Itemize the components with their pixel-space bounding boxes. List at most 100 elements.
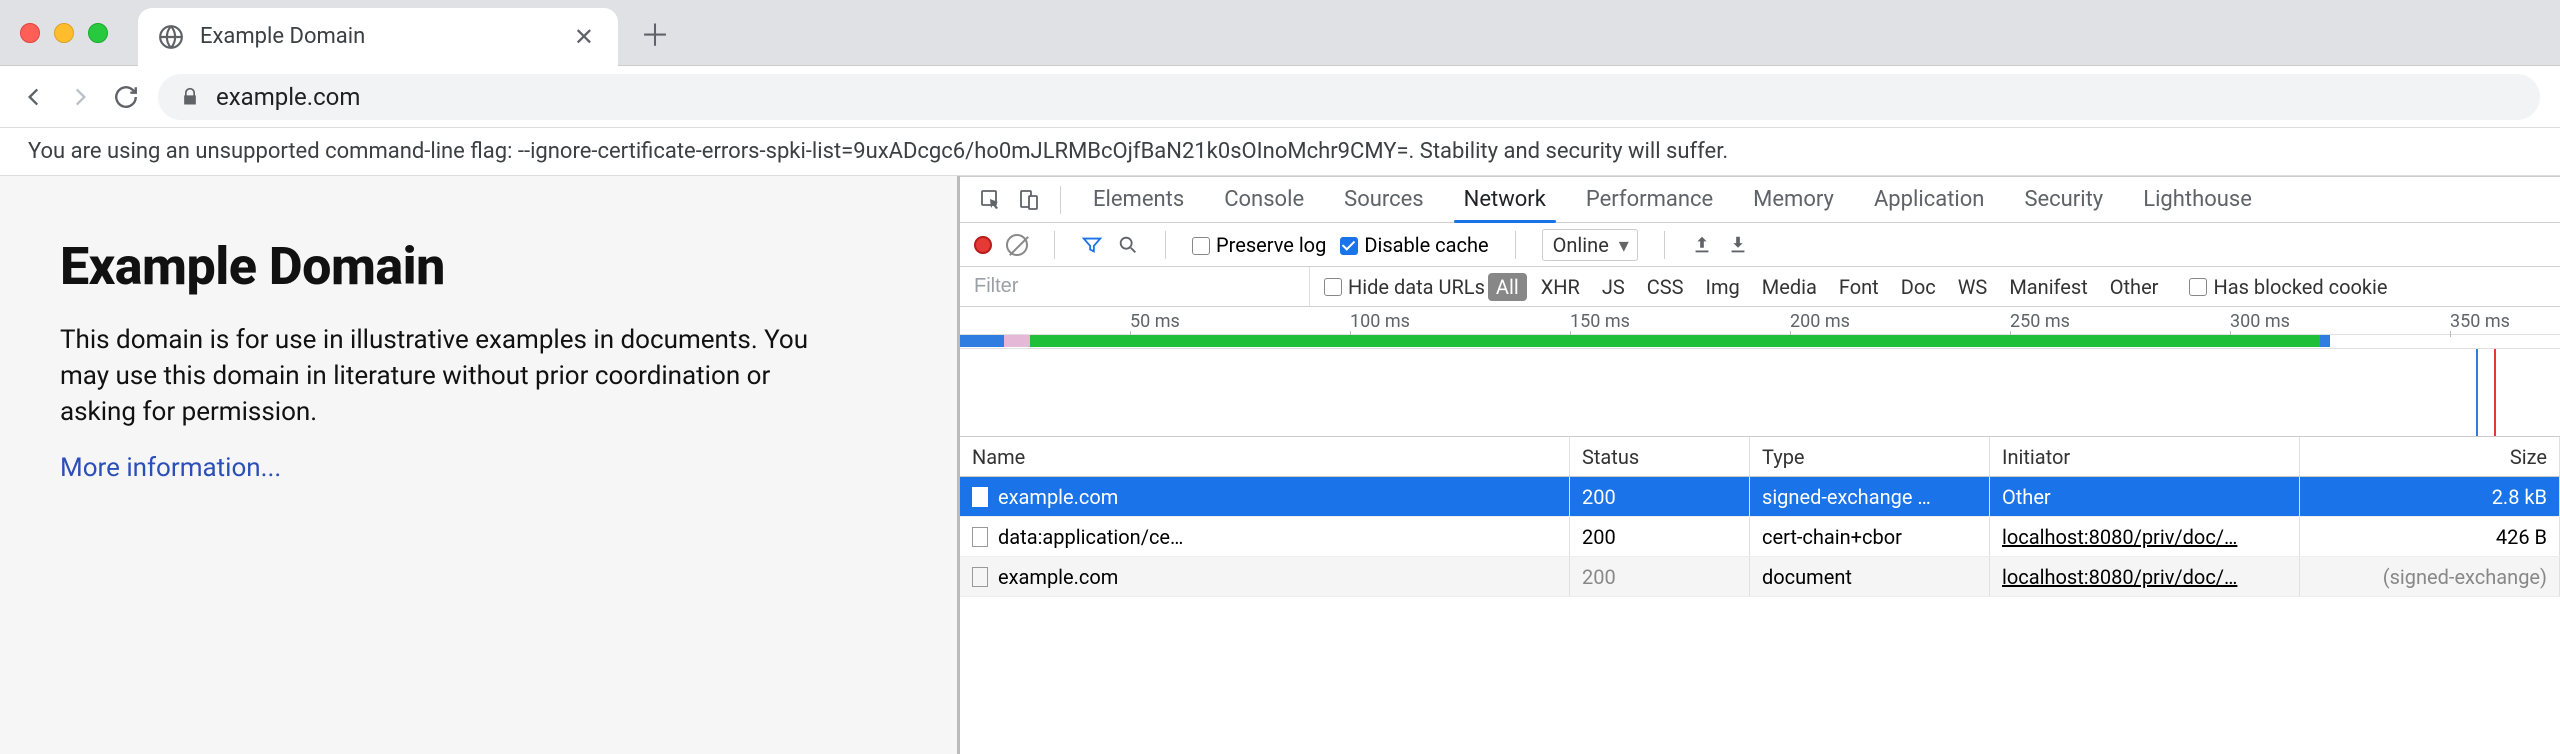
cell-status: 200 <box>1570 477 1750 516</box>
tick: 350 ms <box>2450 311 2510 332</box>
browser-tab[interactable]: Example Domain ✕ <box>138 8 618 66</box>
preserve-log-checkbox[interactable]: Preserve log <box>1192 233 1326 257</box>
col-size[interactable]: Size <box>2300 437 2560 476</box>
throttling-select[interactable]: Online <box>1542 229 1638 261</box>
filter-input[interactable] <box>960 267 1310 306</box>
hide-data-urls-checkbox[interactable]: Hide data URLs <box>1324 275 1485 299</box>
browser-toolbar: example.com <box>0 66 2560 128</box>
col-initiator[interactable]: Initiator <box>1990 437 2300 476</box>
timeline-ruler[interactable]: 50 ms 100 ms 150 ms 200 ms 250 ms 300 ms… <box>960 307 2560 335</box>
cell-size: 426 B <box>2300 517 2560 556</box>
cell-initiator: Other <box>2002 485 2051 509</box>
new-tab-button[interactable]: ＋ <box>640 11 670 55</box>
address-bar[interactable]: example.com <box>158 74 2540 120</box>
tab-title: Example Domain <box>200 24 554 49</box>
tab-performance[interactable]: Performance <box>1566 177 1733 222</box>
tab-console[interactable]: Console <box>1204 177 1324 222</box>
minimize-window-button[interactable] <box>54 23 74 43</box>
tab-close-icon[interactable]: ✕ <box>570 19 598 55</box>
more-info-link[interactable]: More information... <box>60 453 281 483</box>
cell-size: 2.8 kB <box>2300 477 2560 516</box>
timeline-overview[interactable] <box>960 335 2560 349</box>
tab-memory[interactable]: Memory <box>1733 177 1854 222</box>
tab-sources[interactable]: Sources <box>1324 177 1444 222</box>
cell-initiator[interactable]: localhost:8080/priv/doc/… <box>2002 565 2237 589</box>
document-icon <box>972 527 988 547</box>
tab-lighthouse[interactable]: Lighthouse <box>2123 177 2272 222</box>
tab-elements[interactable]: Elements <box>1073 177 1204 222</box>
separator <box>1515 231 1516 259</box>
table-row[interactable]: example.com 200signed-exchange … Other 2.8 … <box>960 477 2560 517</box>
window-controls <box>20 23 108 43</box>
tick: 50 ms <box>1130 311 1180 332</box>
type-font[interactable]: Font <box>1831 273 1887 301</box>
devtools-panel: Elements Console Sources Network Perform… <box>960 176 2560 754</box>
table-row[interactable]: data:application/ce…200cert-chain+cborlo… <box>960 517 2560 557</box>
upload-har-icon[interactable] <box>1691 234 1713 256</box>
cell-type: cert-chain+cbor <box>1750 517 1990 556</box>
timeline-chart[interactable] <box>960 349 2560 437</box>
tab-network[interactable]: Network <box>1444 177 1566 222</box>
page-heading: Example Domain <box>60 236 897 297</box>
type-all[interactable]: All <box>1488 273 1527 301</box>
search-icon[interactable] <box>1117 234 1139 256</box>
filter-icon[interactable] <box>1081 234 1103 256</box>
requests-table: Name Status Type Initiator Size example.… <box>960 437 2560 754</box>
document-icon <box>972 567 988 587</box>
page-content: Example Domain This domain is for use in… <box>0 176 960 754</box>
reload-button[interactable] <box>112 83 140 111</box>
separator <box>1054 231 1055 259</box>
type-ws[interactable]: WS <box>1950 273 1996 301</box>
col-status[interactable]: Status <box>1570 437 1750 476</box>
tab-security[interactable]: Security <box>2004 177 2123 222</box>
inspect-element-icon[interactable] <box>976 185 1006 215</box>
warning-infobar: You are using an unsupported command-lin… <box>0 128 2560 176</box>
type-js[interactable]: JS <box>1594 273 1633 301</box>
separator <box>1060 186 1061 214</box>
close-window-button[interactable] <box>20 23 40 43</box>
cell-initiator[interactable]: localhost:8080/priv/doc/… <box>2002 525 2237 549</box>
type-doc[interactable]: Doc <box>1893 273 1944 301</box>
infobar-text: You are using an unsupported command-lin… <box>28 139 1728 164</box>
maximize-window-button[interactable] <box>88 23 108 43</box>
cell-name: example.com <box>998 565 1118 589</box>
filter-bar: Hide data URLs All XHR JS CSS Img Media … <box>960 267 2560 307</box>
type-css[interactable]: CSS <box>1639 273 1692 301</box>
clear-button[interactable] <box>1006 234 1028 256</box>
table-header: Name Status Type Initiator Size <box>960 437 2560 477</box>
type-manifest[interactable]: Manifest <box>2001 273 2095 301</box>
network-toolbar: Preserve log Disable cache Online <box>960 223 2560 267</box>
type-other[interactable]: Other <box>2102 273 2167 301</box>
forward-button[interactable] <box>66 83 94 111</box>
col-name[interactable]: Name <box>960 437 1570 476</box>
type-media[interactable]: Media <box>1754 273 1825 301</box>
tick: 100 ms <box>1350 311 1410 332</box>
tick: 150 ms <box>1570 311 1630 332</box>
tick: 250 ms <box>2010 311 2070 332</box>
cell-type: document <box>1750 557 1990 596</box>
table-row[interactable]: example.com 200document localhost:8080/pri… <box>960 557 2560 597</box>
page-paragraph: This domain is for use in illustrative e… <box>60 323 840 431</box>
back-button[interactable] <box>20 83 48 111</box>
cell-type: signed-exchange … <box>1750 477 1990 516</box>
tab-application[interactable]: Application <box>1854 177 2004 222</box>
col-type[interactable]: Type <box>1750 437 1990 476</box>
separator <box>1664 231 1665 259</box>
tick: 300 ms <box>2230 311 2290 332</box>
devtools-tabs: Elements Console Sources Network Perform… <box>960 177 2560 223</box>
download-har-icon[interactable] <box>1727 234 1749 256</box>
blocked-cookies-checkbox[interactable]: Has blocked cookie <box>2189 275 2387 299</box>
lock-icon <box>180 87 200 107</box>
globe-icon <box>158 24 184 50</box>
url-text: example.com <box>216 83 360 111</box>
type-xhr[interactable]: XHR <box>1533 273 1588 301</box>
cell-name: example.com <box>998 485 1118 509</box>
record-button[interactable] <box>974 236 992 254</box>
document-icon <box>972 487 988 507</box>
separator <box>1165 231 1166 259</box>
disable-cache-checkbox[interactable]: Disable cache <box>1340 233 1488 257</box>
type-img[interactable]: Img <box>1698 273 1748 301</box>
tab-strip: Example Domain ✕ ＋ <box>0 0 2560 66</box>
device-toggle-icon[interactable] <box>1014 185 1044 215</box>
cell-status: 200 <box>1570 557 1750 596</box>
